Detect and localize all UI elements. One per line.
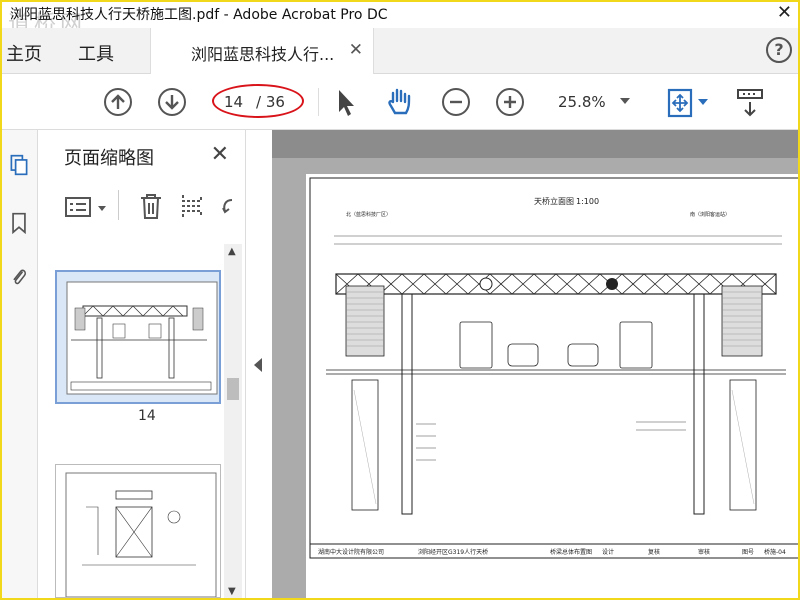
panel-title: 页面缩略图 [64,148,154,169]
drawing-scale: 1:100 [576,197,599,206]
title-block-drawing-no: 桥施-04 [764,548,786,556]
acrobat-window: 道桥网 浏阳蓝思科技人行天桥施工图.pdf - Adobe Acrobat Pr… [0,0,800,600]
title-block-company: 湖南中大设计院有限公司 [318,548,384,556]
scroll-down-icon[interactable]: ▼ [228,586,236,597]
bridge-drawing: 天桥立面图 1:100 北（蓝思科技厂区） 南（浏阳客运站） 湖南中大设计院有限… [309,177,798,559]
bookmark-icon[interactable] [8,212,30,234]
fit-page-dropdown-chevron-icon[interactable] [698,99,708,105]
options-dropdown-chevron-icon[interactable] [98,206,106,211]
panel-collapse-strip [246,130,272,598]
tab-document-label: 浏阳蓝思科技人行... [191,45,335,64]
thumbnail-preview [66,281,218,395]
attachment-icon[interactable] [8,266,30,288]
document-viewport[interactable]: 天桥立面图 1:100 北（蓝思科技厂区） 南（浏阳客运站） 湖南中大设计院有限… [272,130,798,598]
page-number-input[interactable] [224,93,248,111]
tab-document[interactable]: 浏阳蓝思科技人行... ✕ [150,28,374,74]
total-pages: / 36 [256,93,285,111]
zoom-level[interactable]: 25.8% [558,93,606,111]
plus-icon [504,96,516,108]
title-block-design: 设计 [602,548,614,556]
drawing-title: 天桥立面图 [534,196,574,206]
title-block-review: 复核 [648,548,660,556]
drawing-right-label: 南（浏阳客运站） [690,211,730,218]
title-block-approve: 审核 [698,548,710,556]
rotate-page-icon[interactable] [220,194,240,220]
thumbnail-list: 14 [38,234,224,598]
page-thumbnails-panel: 页面缩略图 ✕ 14 ▲ ▼ [38,130,246,598]
tab-bar: 主页 工具 浏阳蓝思科技人行... ✕ ? [2,28,798,74]
document-page: 天桥立面图 1:100 北（蓝思科技厂区） 南（浏阳客运站） 湖南中大设计院有限… [306,174,798,598]
trash-icon[interactable] [138,192,164,220]
select-cursor-icon[interactable] [334,88,358,118]
fit-page-icon[interactable] [666,88,694,118]
scrollbar-thumb[interactable] [227,378,239,400]
help-icon[interactable]: ? [766,37,792,63]
page-thumbnails-icon[interactable] [8,154,30,176]
previous-page-button[interactable] [104,88,132,116]
toolbar-divider [318,88,319,116]
page-thumbnail[interactable] [55,464,221,598]
title-block-project: 浏阳经开区G319人行天桥 [418,548,488,556]
zoom-in-button[interactable] [496,88,524,116]
tab-tools[interactable]: 工具 [78,40,114,66]
title-block-sheet: 桥梁总体布置图 [550,548,592,556]
page-thumbnail-selected[interactable] [55,270,221,404]
toolbar: / 36 25.8% [2,74,798,130]
thumbnail-scrollbar[interactable]: ▲ ▼ [224,244,242,598]
zoom-out-button[interactable] [442,88,470,116]
collapse-panel-icon[interactable] [254,358,262,372]
scrolling-mode-icon[interactable] [736,88,764,118]
title-block-drawing-no-label: 图号 [742,549,754,556]
minus-icon [450,100,462,104]
panel-toolbar-divider [118,190,119,220]
insert-pages-icon[interactable] [180,192,204,220]
window-close-icon[interactable]: ✕ [777,2,792,23]
window-title: 浏阳蓝思科技人行天桥施工图.pdf - Adobe Acrobat Pro DC [10,7,388,23]
next-page-button[interactable] [158,88,186,116]
scroll-up-icon[interactable]: ▲ [228,246,236,257]
close-panel-icon[interactable]: ✕ [211,142,229,167]
previous-page-edge [272,130,798,158]
thumbnail-preview [65,472,217,597]
drawing-left-label: 北（蓝思科技厂区） [346,211,391,218]
page-navigator: / 36 [212,84,304,118]
thumbnail-options-icon[interactable] [64,196,92,218]
thumbnail-page-number: 14 [138,408,156,424]
panel-toolbar [38,182,246,232]
arrow-down-icon [165,95,179,110]
close-tab-icon[interactable]: ✕ [349,40,363,60]
zoom-dropdown-chevron-icon[interactable] [620,98,630,104]
left-nav-rail [2,130,38,598]
tab-home[interactable]: 主页 [6,40,42,66]
hand-tool-icon[interactable] [384,86,416,118]
title-bar: 道桥网 浏阳蓝思科技人行天桥施工图.pdf - Adobe Acrobat Pr… [2,2,798,37]
arrow-up-icon [111,94,125,109]
